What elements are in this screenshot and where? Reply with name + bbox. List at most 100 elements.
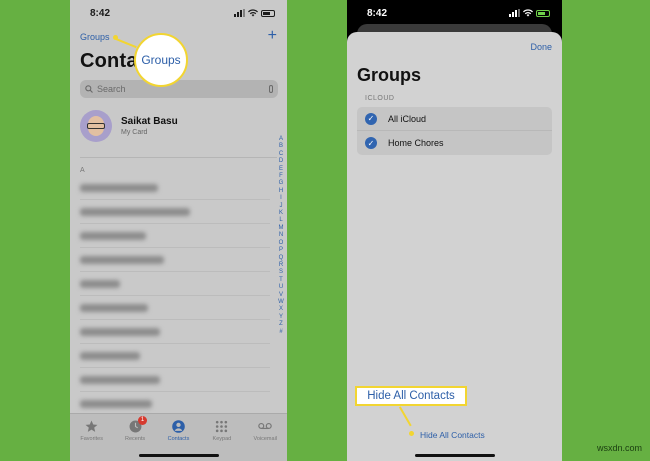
done-button[interactable]: Done [530,42,552,52]
memoji-face-icon [87,116,105,136]
index-letter[interactable]: V [279,292,283,299]
list-item[interactable] [80,368,270,392]
my-card[interactable]: Saikat Basu My Card [80,110,178,142]
blurred-contact-name [80,207,190,216]
callout-dot [409,431,414,436]
alphabet-index[interactable]: A B C D E F G H I J K L M N O P Q R S T U V W X Y Z # [276,136,286,336]
group-label: Home Chores [388,138,444,148]
list-item[interactable] [80,320,270,344]
index-letter[interactable]: U [279,284,283,291]
groups-list: ✓ All iCloud ✓ Home Chores [357,107,552,155]
tab-voicemail[interactable]: Voicemail [245,419,285,461]
status-time: 8:42 [90,8,111,19]
index-letter[interactable]: E [279,166,283,173]
index-letter[interactable]: B [279,143,283,150]
tab-label: Recents [124,436,146,442]
blurred-contact-name [80,327,160,336]
blurred-contact-name [80,375,160,384]
index-letter[interactable]: M [279,225,284,232]
list-item[interactable] [80,296,270,320]
groups-button[interactable]: Groups [80,32,110,42]
index-letter[interactable]: J [280,203,283,210]
keypad-icon [215,419,229,433]
status-time: 8:42 [367,8,388,19]
tab-label: Contacts [167,436,190,442]
index-letter[interactable]: K [279,210,283,217]
index-letter[interactable]: Z [279,321,283,328]
index-letter[interactable]: G [279,180,284,187]
status-bar: 8:42 [347,0,562,26]
tab-favorites[interactable]: Favorites [72,419,112,461]
index-letter[interactable]: N [279,232,283,239]
battery-charging-icon [536,9,550,17]
recents-badge: 1 [138,416,148,425]
index-letter[interactable]: S [279,269,283,276]
voicemail-icon [258,419,273,433]
watermark: wsxdn.com [596,443,642,453]
page-title: Groups [357,65,422,85]
list-item[interactable] [80,176,270,200]
search-placeholder: Search [97,84,126,94]
list-item[interactable] [80,344,270,368]
index-letter[interactable]: X [279,306,283,313]
contact-list [80,176,270,416]
index-letter[interactable]: T [279,277,283,284]
blurred-contact-name [80,231,146,240]
clock-icon: 1 [128,416,148,433]
index-letter[interactable]: W [278,299,284,306]
blurred-contact-name [80,351,140,360]
groups-callout: Groups [134,33,188,87]
hide-all-contacts-button[interactable]: Hide All Contacts [420,430,485,440]
index-letter[interactable]: Y [279,314,283,321]
avatar [80,110,112,142]
section-header: A [80,167,85,174]
search-input[interactable]: Search [80,80,278,98]
list-item[interactable] [80,272,270,296]
status-icons [509,9,550,17]
search-icon [85,85,93,93]
index-letter[interactable]: O [279,240,284,247]
page-title: Conta [80,50,138,72]
microphone-icon[interactable] [269,85,273,93]
add-contact-button[interactable]: + [268,27,277,45]
index-letter[interactable]: P [279,247,283,254]
index-letter[interactable]: Q [279,255,284,262]
section-header: ICLOUD [365,95,395,102]
my-card-subtitle: My Card [121,129,148,136]
blurred-contact-name [80,255,164,264]
person-circle-icon [171,419,185,433]
index-letter[interactable]: C [279,151,283,158]
index-letter[interactable]: I [280,195,282,202]
divider [80,157,277,158]
home-indicator [414,454,495,457]
index-letter[interactable]: # [279,329,282,336]
signal-icon [509,9,520,17]
star-icon [85,419,99,433]
home-indicator [138,454,219,457]
my-card-name: Saikat Basu [121,116,178,127]
index-letter[interactable]: A [279,136,283,143]
list-item[interactable] [80,224,270,248]
group-item-home-chores[interactable]: ✓ Home Chores [357,131,552,155]
index-letter[interactable]: L [279,217,282,224]
list-item[interactable] [80,248,270,272]
index-letter[interactable]: H [279,188,283,195]
tab-label: Keypad [212,436,232,442]
wifi-icon [248,9,258,17]
status-icons [234,9,275,17]
group-item-all-icloud[interactable]: ✓ All iCloud [357,107,552,131]
checkmark-icon: ✓ [365,112,377,125]
tab-label: Voicemail [253,436,278,442]
group-label: All iCloud [388,113,427,124]
index-letter[interactable]: F [279,173,283,180]
wifi-icon [523,9,533,17]
blurred-contact-name [80,183,158,192]
index-letter[interactable]: R [279,262,283,269]
blurred-contact-name [80,399,152,408]
status-bar: 8:42 [70,0,287,26]
blurred-contact-name [80,303,148,312]
signal-icon [234,9,245,17]
battery-icon [261,9,275,17]
index-letter[interactable]: D [279,158,283,165]
list-item[interactable] [80,200,270,224]
